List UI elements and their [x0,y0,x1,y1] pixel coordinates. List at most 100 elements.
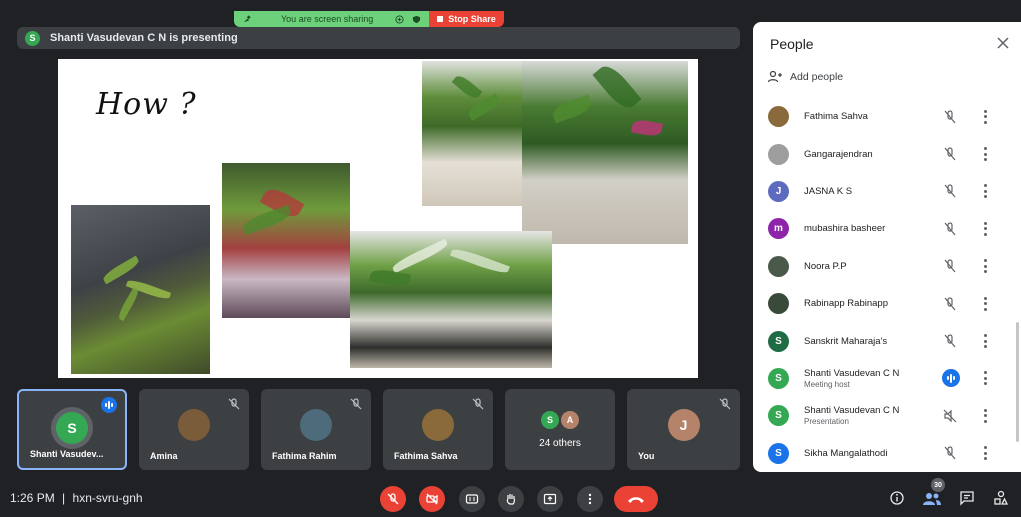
info-icon [890,491,904,505]
avatar [422,409,454,441]
participant-tile-fathima-rahim[interactable]: Fathima Rahim [261,389,371,470]
avatar [768,106,789,128]
photo-plant-in-bag [222,163,350,318]
shared-screen: How ? [58,59,698,378]
avatar: m [768,218,789,240]
photo-potted-plants [522,61,688,244]
more-options-icon[interactable] [983,296,987,311]
mic-toggle-button[interactable] [380,486,406,512]
stop-icon [437,16,444,22]
meeting-info: 1:26 PM | hxn-svru-gnh [10,491,143,505]
list-item[interactable]: S Shanti Vasudevan C N Presentation [753,397,1021,434]
more-options-icon[interactable] [983,147,987,162]
participant-count-badge: 30 [931,478,945,492]
more-options-icon[interactable] [983,221,987,236]
participant-name: Noora P.P [804,260,847,272]
avatar: J [667,409,700,441]
participant-tile-amina[interactable]: Amina [139,389,249,470]
mic-off-icon[interactable] [942,221,958,237]
add-person-icon [767,70,782,83]
participant-name: Fathima Rahim [272,451,337,461]
participant-name: Rabinapp Rabinapp [804,298,888,310]
add-people-button[interactable]: Add people [767,70,843,84]
presenter-text: Shanti Vasudevan C N is presenting [50,32,238,44]
mic-off-icon[interactable] [942,258,958,274]
list-item[interactable]: S Sikha Mangalathodi [753,435,1021,472]
leave-call-button[interactable] [614,486,658,512]
meeting-code: hxn-svru-gnh [72,491,143,505]
others-avatars: S A [541,411,579,429]
photo-seedlings-in-hand [71,205,210,374]
shield-icon[interactable] [412,15,421,24]
list-item[interactable]: Gangarajendran [753,135,1021,172]
raise-hand-button[interactable] [498,486,524,512]
more-options-icon[interactable] [983,371,987,386]
avatar [768,143,789,165]
participant-name: You [638,451,655,461]
pin-icon[interactable] [242,14,251,24]
hand-icon [506,494,516,505]
avatar: S [768,442,789,464]
close-icon[interactable] [995,35,1011,51]
participant-list: Fathima Sahva Gangarajendran J JASNA K S… [753,98,1021,472]
mic-off-icon [472,398,484,410]
participant-name: Fathima Sahva [394,451,458,461]
mic-off-icon [350,398,362,410]
list-item[interactable]: Fathima Sahva [753,98,1021,135]
participant-tile-presenter[interactable]: S Shanti Vasudev... [17,389,127,470]
more-options-icon[interactable] [983,109,987,124]
avatar [768,293,789,315]
participant-tile-you[interactable]: J You [627,389,740,470]
avatar: J [768,180,789,202]
avatar: S [768,330,789,352]
list-item[interactable]: Noora P.P [753,248,1021,285]
list-item[interactable]: J JASNA K S [753,173,1021,210]
participant-name: Sikha Mangalathodi [804,447,888,459]
present-button[interactable] [537,486,563,512]
more-vert-icon [588,493,592,505]
mic-off-icon[interactable] [942,445,958,461]
camera-toggle-button[interactable] [419,486,445,512]
activities-button[interactable] [991,488,1011,508]
participant-name: Sanskrit Maharaja's [804,335,888,347]
more-options-icon[interactable] [983,446,987,461]
avatar-ring: S [51,407,93,449]
camera-off-icon [426,493,438,505]
participant-name-block: Shanti Vasudevan C N Presentation [804,405,899,426]
participant-tile-others[interactable]: S A 24 others [505,389,615,470]
present-icon [543,493,557,505]
more-options-icon[interactable] [983,259,987,274]
presenter-bar: S Shanti Vasudevan C N is presenting [17,27,740,49]
avatar: A [561,411,579,429]
people-icon [923,493,941,505]
mic-off-icon[interactable] [942,333,958,349]
list-item[interactable]: m mubashira basheer [753,210,1021,247]
chat-button[interactable] [957,488,977,508]
more-options-icon[interactable] [983,408,987,423]
clock-time: 1:26 PM [10,491,55,505]
more-options-icon[interactable] [983,184,987,199]
slide-title: How ? [96,87,197,122]
mic-off-icon[interactable] [942,296,958,312]
mic-off-icon[interactable] [942,146,958,162]
stop-share-button[interactable]: Stop Share [429,11,504,27]
captions-button[interactable] [459,486,485,512]
list-item[interactable]: S Shanti Vasudevan C N Meeting host [753,360,1021,397]
meet-window: You are screen sharing Stop Share S Shan… [0,0,1021,517]
participant-name: JASNA K S [804,185,853,197]
mic-off-icon [228,398,240,410]
more-options-button[interactable] [577,486,603,512]
scrollbar[interactable] [1016,322,1019,442]
mic-off-icon[interactable] [942,109,958,125]
volume-off-icon[interactable] [942,408,958,424]
activities-icon [994,490,1009,505]
participant-tile-fathima-sahva[interactable]: Fathima Sahva [383,389,493,470]
plus-circle-icon[interactable] [395,14,404,24]
meeting-details-button[interactable] [887,488,907,508]
list-item[interactable]: S Sanskrit Maharaja's [753,322,1021,359]
mic-off-icon[interactable] [942,183,958,199]
avatar [178,409,210,441]
more-options-icon[interactable] [983,334,987,349]
control-bar: 1:26 PM | hxn-svru-gnh [0,480,1021,517]
list-item[interactable]: Rabinapp Rabinapp [753,285,1021,322]
